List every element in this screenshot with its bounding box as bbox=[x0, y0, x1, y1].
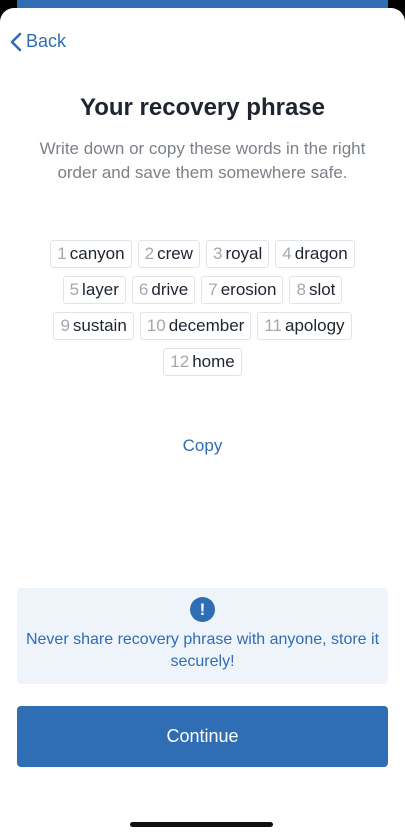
warning-text: Never share recovery phrase with anyone,… bbox=[25, 631, 380, 670]
word-row: 12 home bbox=[18, 348, 387, 376]
phrase-word-chip: 4 dragon bbox=[275, 240, 355, 268]
continue-label: Continue bbox=[166, 726, 239, 746]
word-row: 1 canyon 2 crew 3 royal 4 dragon bbox=[18, 240, 387, 268]
word-text: december bbox=[168, 316, 245, 335]
word-number: 6 bbox=[138, 280, 149, 299]
back-button[interactable]: Back bbox=[10, 31, 66, 52]
word-row: 5 layer 6 drive 7 erosion 8 slot bbox=[18, 276, 387, 304]
word-number: 4 bbox=[282, 244, 292, 263]
word-text: canyon bbox=[69, 244, 125, 263]
phrase-word-chip: 3 royal bbox=[205, 240, 270, 268]
recovery-phrase-grid: 1 canyon 2 crew 3 royal 4 dragon 5 layer… bbox=[18, 240, 387, 384]
page-title: Your recovery phrase bbox=[79, 94, 325, 121]
warning-banner: ! Never share recovery phrase with anyon… bbox=[17, 588, 388, 684]
word-number: 9 bbox=[60, 316, 70, 335]
phrase-word-chip: 8 slot bbox=[289, 276, 343, 304]
phrase-word-chip: 12 home bbox=[163, 348, 242, 376]
phrase-word-chip: 7 erosion bbox=[201, 276, 284, 304]
word-number: 11 bbox=[264, 316, 282, 335]
copy-button[interactable]: Copy bbox=[0, 436, 405, 456]
word-text: crew bbox=[157, 244, 193, 263]
phrase-word-chip: 9 sustain bbox=[53, 312, 134, 340]
back-label: Back bbox=[26, 31, 67, 51]
word-text: royal bbox=[225, 244, 263, 263]
phrase-word-chip: 11 apology bbox=[257, 312, 352, 340]
word-text: home bbox=[192, 352, 235, 371]
continue-button[interactable]: Continue bbox=[17, 706, 388, 767]
word-number: 3 bbox=[212, 244, 223, 263]
recovery-phrase-screen: Back Your recovery phrase Write down or … bbox=[0, 8, 405, 833]
phrase-word-chip: 6 drive bbox=[131, 276, 196, 304]
word-text: apology bbox=[284, 316, 345, 335]
phrase-word-chip: 10 december bbox=[139, 312, 252, 340]
chevron-left-icon bbox=[10, 32, 22, 51]
phrase-word-chip: 5 layer bbox=[62, 276, 126, 304]
word-number: 7 bbox=[208, 280, 218, 299]
word-number: 10 bbox=[146, 316, 166, 335]
word-number: 5 bbox=[69, 280, 80, 299]
word-number: 2 bbox=[144, 244, 155, 263]
phrase-word-chip: 1 canyon bbox=[50, 240, 132, 268]
word-number: 1 bbox=[57, 244, 67, 263]
word-text: layer bbox=[82, 280, 119, 299]
home-indicator bbox=[130, 822, 273, 827]
word-text: erosion bbox=[220, 280, 277, 299]
word-text: sustain bbox=[72, 316, 127, 335]
exclamation-circle-icon: ! bbox=[190, 597, 215, 622]
word-row: 9 sustain 10 december 11 apology bbox=[18, 312, 387, 340]
word-text: slot bbox=[308, 280, 336, 299]
word-text: dragon bbox=[294, 244, 348, 263]
word-text: drive bbox=[151, 280, 189, 299]
phone-frame: Back Your recovery phrase Write down or … bbox=[0, 0, 405, 833]
page-subtitle: Write down or copy these words in the ri… bbox=[39, 139, 366, 182]
word-number: 8 bbox=[296, 280, 306, 299]
phrase-word-chip: 2 crew bbox=[137, 240, 200, 268]
word-number: 12 bbox=[170, 352, 190, 371]
